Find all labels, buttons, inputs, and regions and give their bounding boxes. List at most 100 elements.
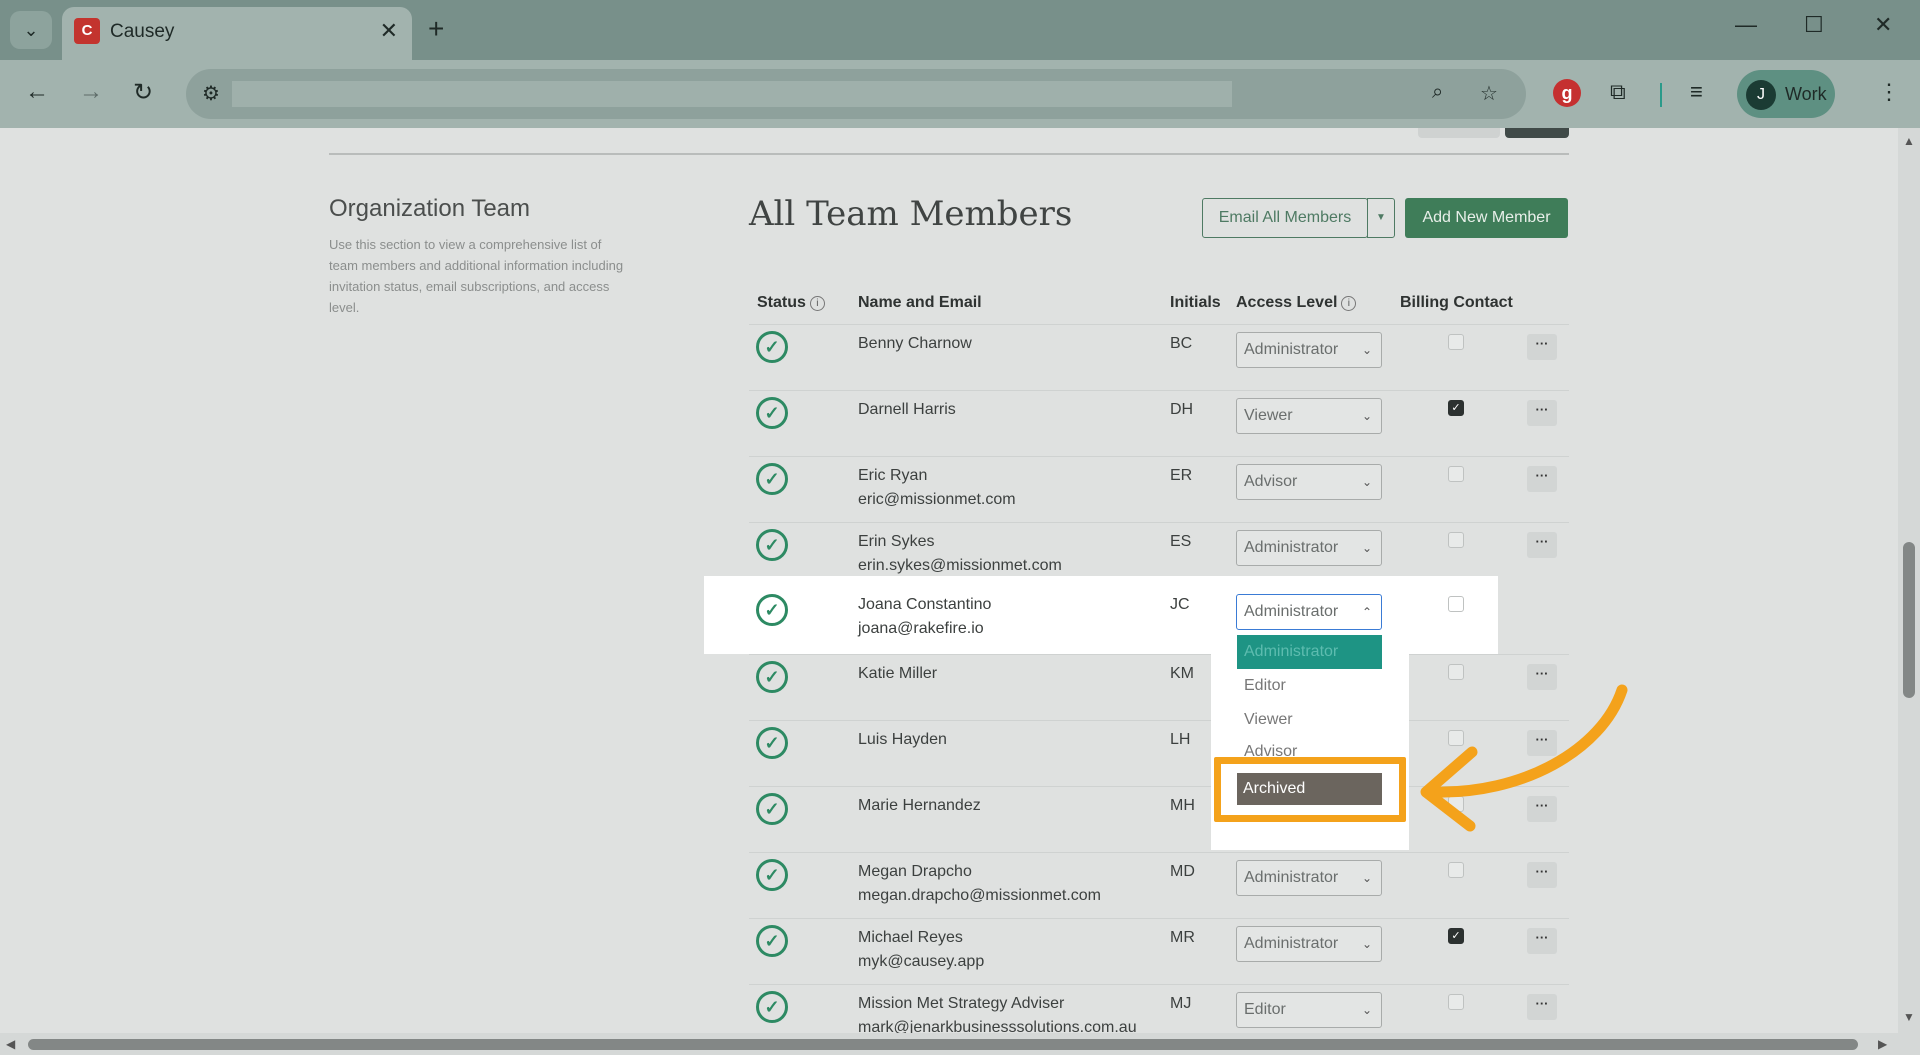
dropdown-option-administrator[interactable]: Administrator bbox=[1237, 635, 1382, 669]
member-name: Megan Drapcho bbox=[858, 863, 972, 880]
member-email: erin.sykes@missionmet.com bbox=[858, 557, 1062, 574]
email-all-members-button[interactable]: Email All Members bbox=[1202, 198, 1368, 238]
chevron-down-icon: ⌄ bbox=[1361, 409, 1372, 423]
access-level-select[interactable]: Viewer ⌄ bbox=[1236, 398, 1382, 434]
access-level-select[interactable]: Administrator ⌄ bbox=[1236, 332, 1382, 368]
member-initials: KM bbox=[1170, 665, 1194, 682]
browser-toolbar: ← → ↻ ⚙ ⌕ ☆ g ⧉ ≡ J Work ⋮ bbox=[0, 60, 1920, 128]
access-level-select[interactable]: Advisor ⌄ bbox=[1236, 464, 1382, 500]
table-row: ✓ Michael Reyes myk@causey.app MR Administra… bbox=[749, 918, 1569, 984]
billing-contact-checkbox[interactable] bbox=[1448, 334, 1464, 350]
billing-contact-checkbox[interactable]: ✓ bbox=[1448, 400, 1464, 416]
more-options-icon[interactable]: ··· bbox=[1527, 532, 1557, 558]
access-level-value: Editor bbox=[1244, 1001, 1286, 1018]
url-field[interactable] bbox=[232, 81, 1232, 107]
tab-list-button[interactable]: ⌄ bbox=[10, 11, 52, 49]
forward-icon[interactable]: → bbox=[79, 78, 103, 106]
header-name: Name and Email bbox=[858, 294, 982, 311]
add-new-member-button[interactable]: Add New Member bbox=[1405, 198, 1568, 238]
status-check-icon: ✓ bbox=[756, 463, 788, 495]
member-email: eric@missionmet.com bbox=[858, 491, 1016, 508]
more-options-icon[interactable]: ··· bbox=[1527, 862, 1557, 888]
maximize-icon[interactable]: ☐ bbox=[1804, 12, 1824, 38]
header-access: Access Level i bbox=[1236, 294, 1357, 312]
dropdown-option-advisor[interactable]: Advisor bbox=[1237, 737, 1382, 757]
billing-contact-checkbox[interactable] bbox=[1448, 596, 1464, 612]
more-options-icon[interactable]: ··· bbox=[1527, 466, 1557, 492]
access-level-select[interactable]: Administrator ⌄ bbox=[1236, 860, 1382, 896]
access-level-select[interactable]: Editor ⌄ bbox=[1236, 992, 1382, 1028]
reload-icon[interactable]: ↻ bbox=[133, 78, 153, 107]
billing-contact-checkbox[interactable]: ✓ bbox=[1448, 928, 1464, 944]
member-name: Erin Sykes bbox=[858, 533, 935, 550]
dropdown-option-viewer[interactable]: Viewer bbox=[1237, 703, 1382, 737]
access-level-value: Administrator bbox=[1244, 869, 1339, 886]
member-initials: DH bbox=[1170, 401, 1194, 418]
vertical-scrollbar[interactable]: ▲ ▼ bbox=[1898, 128, 1920, 1033]
billing-contact-checkbox[interactable] bbox=[1448, 664, 1464, 680]
top-button-partial[interactable] bbox=[1418, 128, 1500, 138]
status-info-icon[interactable]: i bbox=[809, 296, 825, 311]
scroll-left-icon[interactable]: ◀ bbox=[6, 1037, 15, 1051]
browser-tab[interactable]: C Causey ✕ bbox=[62, 7, 412, 60]
site-settings-icon[interactable]: ⚙ bbox=[202, 81, 220, 106]
member-name: Benny Charnow bbox=[858, 335, 972, 352]
status-check-icon: ✓ bbox=[756, 793, 788, 825]
scroll-right-icon[interactable]: ▶ bbox=[1878, 1037, 1887, 1051]
access-dropdown-list: Administrator Editor Viewer Advisor bbox=[1237, 635, 1382, 757]
extensions-icon[interactable]: ⧉ bbox=[1610, 79, 1626, 105]
access-level-select[interactable]: Administrator ⌄ bbox=[1236, 530, 1382, 566]
chevron-down-icon: ⌄ bbox=[1361, 871, 1372, 885]
address-bar[interactable]: ⚙ ⌕ ☆ bbox=[186, 69, 1526, 119]
back-icon[interactable]: ← bbox=[25, 78, 49, 106]
status-check-icon: ✓ bbox=[756, 727, 788, 759]
new-tab-icon[interactable]: + bbox=[428, 13, 444, 45]
status-check-icon: ✓ bbox=[756, 529, 788, 561]
member-initials: ES bbox=[1170, 533, 1192, 550]
billing-contact-checkbox[interactable] bbox=[1448, 532, 1464, 548]
billing-contact-checkbox[interactable] bbox=[1448, 994, 1464, 1010]
bookmark-star-icon[interactable]: ☆ bbox=[1480, 81, 1498, 106]
horizontal-scroll-thumb[interactable] bbox=[28, 1039, 1858, 1050]
more-options-icon[interactable]: ··· bbox=[1527, 400, 1557, 426]
member-email: myk@causey.app bbox=[858, 953, 985, 970]
member-initials: MD bbox=[1170, 863, 1195, 880]
annotation-arrow-icon bbox=[1420, 684, 1628, 832]
section-title: Organization Team bbox=[329, 195, 530, 222]
scroll-up-icon[interactable]: ▲ bbox=[1903, 134, 1915, 148]
access-level-value: Administrator bbox=[1244, 341, 1339, 358]
table-row: ✓ Megan Drapcho megan.drapcho@missionmet.c… bbox=[749, 852, 1569, 918]
zoom-icon[interactable]: ⌕ bbox=[1432, 81, 1443, 104]
access-info-icon[interactable]: i bbox=[1341, 296, 1357, 311]
profile-button[interactable]: J Work bbox=[1737, 70, 1835, 118]
grammarly-extension-icon[interactable]: g bbox=[1553, 79, 1581, 107]
access-level-select[interactable]: Administrator ⌃ bbox=[1236, 594, 1382, 630]
profile-avatar: J bbox=[1746, 80, 1776, 110]
minimize-icon[interactable]: — bbox=[1735, 12, 1757, 38]
member-name: Marie Hernandez bbox=[858, 797, 981, 814]
access-level-value: Administrator bbox=[1244, 935, 1339, 952]
section-description: Use this section to view a comprehensive… bbox=[329, 237, 624, 315]
close-tab-icon[interactable]: ✕ bbox=[380, 18, 398, 44]
menu-kebab-icon[interactable]: ⋮ bbox=[1878, 79, 1900, 105]
close-window-icon[interactable]: ✕ bbox=[1874, 12, 1892, 38]
member-initials: MJ bbox=[1170, 995, 1192, 1012]
dropdown-option-editor[interactable]: Editor bbox=[1237, 669, 1382, 703]
email-options-caret-icon[interactable]: ▼ bbox=[1367, 198, 1395, 238]
vertical-scroll-thumb[interactable] bbox=[1903, 542, 1915, 698]
more-options-icon[interactable]: ··· bbox=[1527, 928, 1557, 954]
access-level-select[interactable]: Administrator ⌄ bbox=[1236, 926, 1382, 962]
more-options-icon[interactable]: ··· bbox=[1527, 334, 1557, 360]
billing-contact-checkbox[interactable] bbox=[1448, 862, 1464, 878]
chevron-down-icon: ⌄ bbox=[1361, 541, 1372, 555]
more-options-icon[interactable]: ··· bbox=[1527, 994, 1557, 1020]
top-button-partial-dark[interactable] bbox=[1505, 128, 1569, 138]
billing-contact-checkbox[interactable] bbox=[1448, 466, 1464, 482]
member-name: Mission Met Strategy Adviser bbox=[858, 995, 1065, 1012]
member-name: Michael Reyes bbox=[858, 929, 963, 946]
chevron-down-icon: ⌄ bbox=[1361, 937, 1372, 951]
scroll-down-icon[interactable]: ▼ bbox=[1903, 1010, 1915, 1024]
horizontal-scrollbar[interactable]: ◀ ▶ bbox=[0, 1033, 1920, 1055]
header-initials: Initials bbox=[1170, 294, 1221, 311]
media-control-icon[interactable]: ≡ bbox=[1690, 79, 1703, 105]
